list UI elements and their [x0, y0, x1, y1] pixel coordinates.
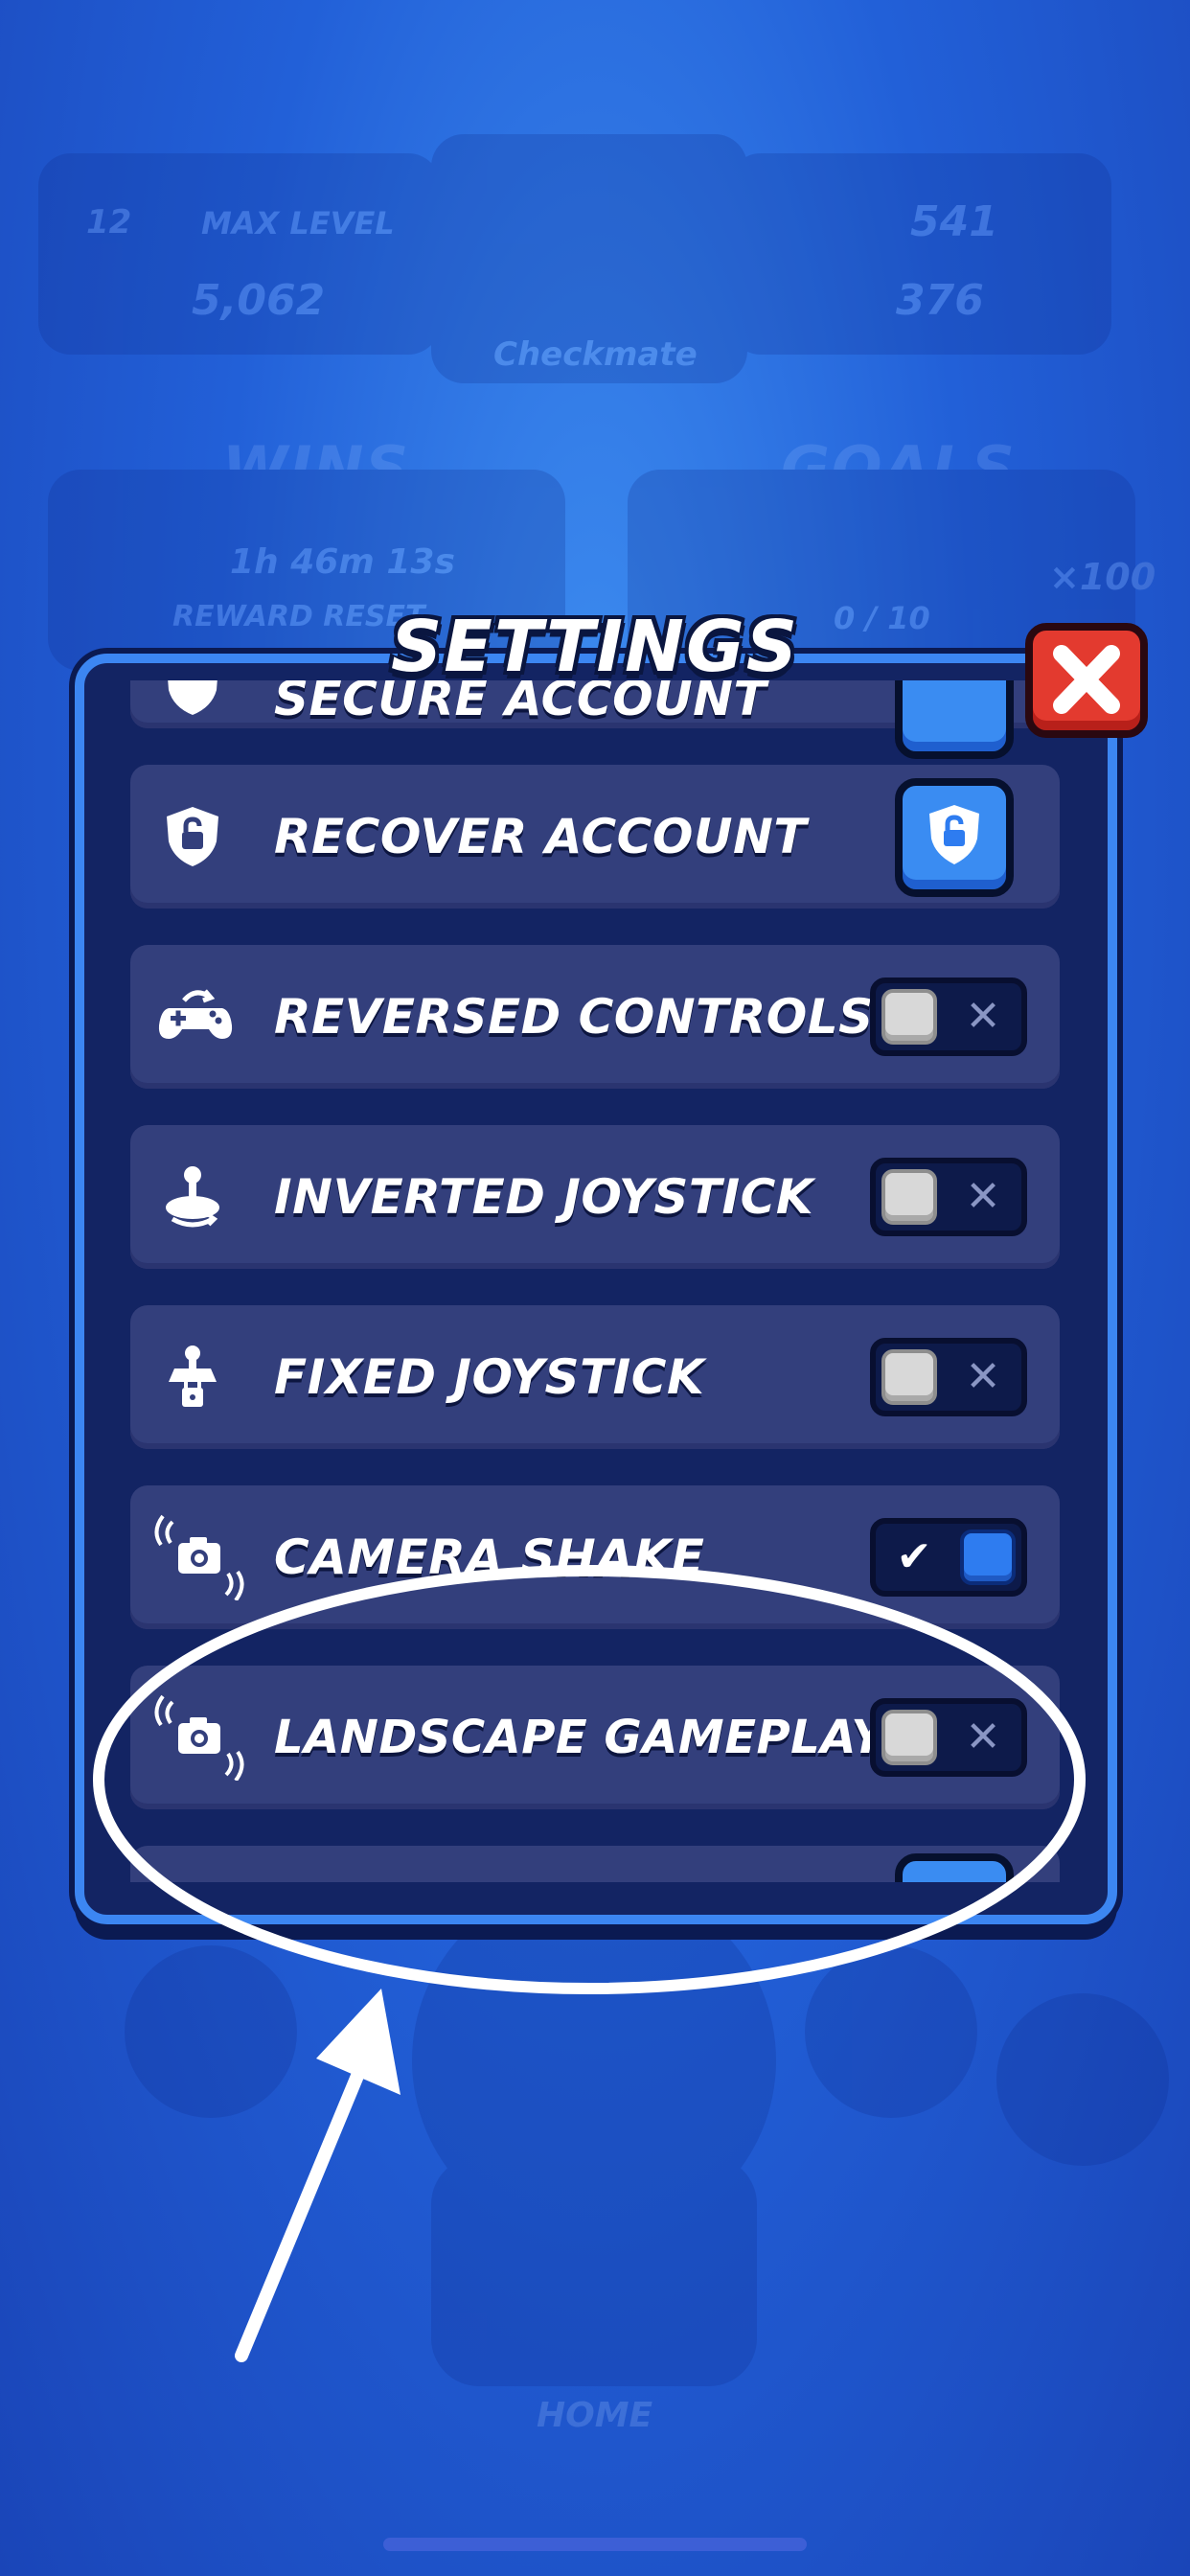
- camera-shake-icon: [151, 1514, 247, 1602]
- settings-row-label: FIXED JOYSTICK: [274, 1349, 705, 1405]
- coin-count: 376: [896, 276, 984, 325]
- shield-lock-icon: [929, 805, 979, 864]
- toggle-off-x-icon: ✕: [965, 1352, 1001, 1401]
- toggle-knob: [881, 989, 937, 1045]
- toggle-off-x-icon: ✕: [965, 1713, 1001, 1761]
- toggle-knob: [881, 1169, 937, 1225]
- shield-lock-icon: [159, 803, 226, 870]
- camera-shake-toggle[interactable]: ✔: [870, 1518, 1027, 1597]
- bg-button-left: [125, 1945, 297, 2118]
- toggle-on-check-icon: ✔: [896, 1532, 932, 1581]
- next-row-button[interactable]: [895, 1853, 1014, 1882]
- joystick-lock-icon: [159, 1344, 226, 1411]
- max-level-label: MAX LEVEL: [201, 205, 395, 242]
- wins-timer: 1h 46m 13s: [230, 542, 455, 582]
- brawler-name: Checkmate: [493, 335, 698, 374]
- settings-row-label: INVERTED JOYSTICK: [274, 1169, 814, 1225]
- toggle-knob: [881, 1349, 937, 1405]
- settings-row-camera-shake[interactable]: CAMERA SHAKE ✔: [130, 1485, 1060, 1629]
- settings-row-reversed-controls[interactable]: REVERSED CONTROLS ✕: [130, 945, 1060, 1089]
- recover-account-button[interactable]: [895, 778, 1014, 897]
- settings-row-label: LANDSCAPE GAMEPLAY: [274, 1711, 885, 1764]
- joystick-icon: [159, 1163, 226, 1230]
- settings-row-label: CAMERA SHAKE: [274, 1530, 705, 1585]
- toggle-knob: [881, 1710, 937, 1765]
- trophy-count: 541: [910, 197, 998, 246]
- fixed-joystick-toggle[interactable]: ✕: [870, 1338, 1027, 1416]
- settings-row-recover-account[interactable]: RECOVER ACCOUNT: [130, 765, 1060, 908]
- settings-list[interactable]: SECURE ACCOUNT RECOVER ACCOUNT REVERSED …: [84, 680, 1108, 1882]
- reversed-controls-toggle[interactable]: ✕: [870, 978, 1027, 1056]
- gamepad-icon: [155, 983, 236, 1050]
- camera-shake-icon: [151, 1694, 247, 1782]
- settings-panel: SECURE ACCOUNT RECOVER ACCOUNT REVERSED …: [75, 654, 1117, 1924]
- secure-account-button[interactable]: [895, 680, 1014, 759]
- bg-home-tab: [431, 2156, 757, 2386]
- gems-count: 5,062: [192, 276, 326, 325]
- player-level: 12: [86, 203, 132, 242]
- settings-row-fixed-joystick[interactable]: FIXED JOYSTICK ✕: [130, 1305, 1060, 1449]
- toggle-off-x-icon: ✕: [965, 1172, 1001, 1221]
- close-x-icon: [1053, 645, 1120, 714]
- settings-row-next[interactable]: [130, 1846, 1060, 1882]
- settings-row-inverted-joystick[interactable]: INVERTED JOYSTICK ✕: [130, 1125, 1060, 1269]
- toggle-knob: [960, 1530, 1016, 1585]
- home-label: HOME: [537, 2396, 653, 2435]
- settings-row-label: SECURE ACCOUNT: [274, 680, 767, 726]
- settings-row-label: RECOVER ACCOUNT: [274, 809, 807, 864]
- inverted-joystick-toggle[interactable]: ✕: [870, 1158, 1027, 1236]
- toggle-off-x-icon: ✕: [965, 992, 1001, 1041]
- settings-title: SETTINGS: [391, 606, 799, 688]
- home-indicator[interactable]: [383, 2538, 807, 2551]
- close-button[interactable]: [1025, 623, 1148, 738]
- settings-row-landscape-gameplay[interactable]: LANDSCAPE GAMEPLAY ✕: [130, 1666, 1060, 1809]
- settings-row-label: REVERSED CONTROLS: [274, 989, 874, 1045]
- bg-button-right-2: [996, 1993, 1169, 2166]
- goals-reward: ×100: [1049, 556, 1156, 598]
- bg-button-right-1: [805, 1945, 977, 2118]
- landscape-gameplay-toggle[interactable]: ✕: [870, 1698, 1027, 1777]
